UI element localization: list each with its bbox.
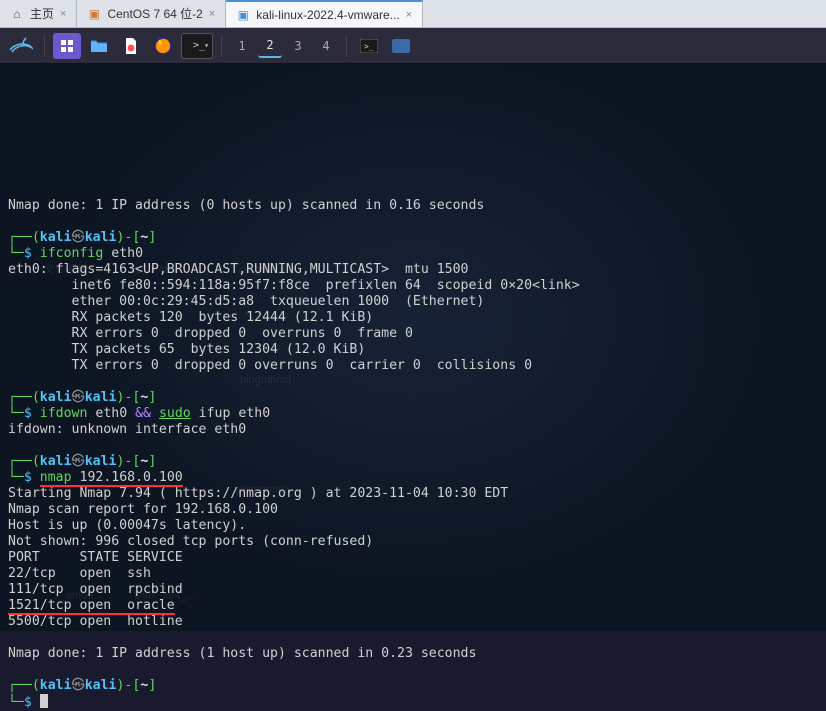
output-line: RX errors 0 dropped 0 overruns 0 frame 0: [8, 326, 413, 341]
separator: [221, 35, 222, 57]
output-line: Nmap done: 1 IP address (0 hosts up) sca…: [8, 198, 484, 213]
output-line: 111/tcp open rpcbind: [8, 582, 183, 597]
output-line: TX packets 65 bytes 12304 (12.0 KiB): [8, 342, 365, 357]
app-launcher-icon[interactable]: [53, 33, 81, 59]
tab-centos[interactable]: ▣ CentOS 7 64 位-2 ×: [77, 0, 226, 27]
tab-home[interactable]: ⌂ 主页 ×: [0, 0, 77, 27]
terminal-dropdown-icon[interactable]: >_: [181, 33, 213, 59]
separator: [44, 35, 45, 57]
prompt: ┌──(kali㉿kali)-[~]: [8, 678, 156, 693]
kali-panel: >_ 1 2 3 4 >_: [0, 28, 826, 64]
output-line: Nmap scan report for 192.168.0.100: [8, 502, 278, 517]
output-line: eth0: flags=4163<UP,BROADCAST,RUNNING,MU…: [8, 262, 469, 277]
close-icon[interactable]: ×: [406, 9, 412, 21]
close-icon[interactable]: ×: [60, 8, 66, 20]
output-line: RX packets 120 bytes 12444 (12.1 KiB): [8, 310, 373, 325]
output-line: ifdown: unknown interface eth0: [8, 422, 246, 437]
output-line: TX errors 0 dropped 0 overruns 0 carrier…: [8, 358, 532, 373]
tab-label: CentOS 7 64 位-2: [107, 5, 202, 22]
output-line: PORT STATE SERVICE: [8, 550, 183, 565]
kali-logo-icon[interactable]: [6, 31, 36, 61]
vm-icon: ▣: [236, 8, 250, 22]
output-line: Host is up (0.00047s latency).: [8, 518, 246, 533]
prompt: ┌──(kali㉿kali)-[~]: [8, 454, 156, 469]
prompt-idle: └─$: [8, 695, 48, 710]
separator: [346, 35, 347, 57]
output-line: Starting Nmap 7.94 ( https://nmap.org ) …: [8, 486, 508, 501]
svg-text:>_: >_: [364, 42, 374, 51]
folder-window-icon[interactable]: [387, 33, 415, 59]
bg-hint: pingtunnel: [240, 372, 291, 388]
output-line: Not shown: 996 closed tcp ports (conn-re…: [8, 534, 373, 549]
workspace-3[interactable]: 3: [286, 34, 310, 58]
close-icon[interactable]: ×: [209, 8, 215, 20]
text-editor-icon[interactable]: [117, 33, 145, 59]
prompt: ┌──(kali㉿kali)-[~]: [8, 390, 156, 405]
terminal-output[interactable]: 文件系统 frp_0.48.0... pingtunnel pingtunnel…: [0, 64, 826, 631]
file-manager-icon[interactable]: [85, 33, 113, 59]
vm-icon: ▣: [87, 7, 101, 21]
cursor: [40, 694, 48, 708]
output-line: ether 00:0c:29:45:d5:a8 txqueuelen 1000 …: [8, 294, 484, 309]
workspace-1[interactable]: 1: [230, 34, 254, 58]
workspace-2[interactable]: 2: [258, 34, 282, 58]
terminal-window-icon[interactable]: >_: [355, 33, 383, 59]
prompt-cmd: └─$ ifdown eth0 && sudo ifup eth0: [8, 406, 270, 421]
output-line: inet6 fe80::594:118a:95f7:f8ce prefixlen…: [8, 278, 580, 293]
output-line: Nmap done: 1 IP address (1 host up) scan…: [8, 646, 476, 661]
tab-kali[interactable]: ▣ kali-linux-2022.4-vmware... ×: [226, 0, 423, 27]
prompt-cmd: └─$ nmap 192.168.0.100: [8, 470, 183, 487]
prompt: ┌──(kali㉿kali)-[~]: [8, 230, 156, 245]
tab-label: kali-linux-2022.4-vmware...: [256, 8, 399, 22]
vm-tab-bar: ⌂ 主页 × ▣ CentOS 7 64 位-2 × ▣ kali-linux-…: [0, 0, 826, 28]
output-line: 22/tcp open ssh: [8, 566, 151, 581]
tab-label: 主页: [30, 5, 54, 22]
firefox-icon[interactable]: [149, 33, 177, 59]
home-icon: ⌂: [10, 7, 24, 21]
workspace-4[interactable]: 4: [314, 34, 338, 58]
prompt-cmd: └─$ ifconfig eth0: [8, 246, 143, 261]
output-line: 5500/tcp open hotline: [8, 614, 183, 629]
output-line-highlighted: 1521/tcp open oracle: [8, 598, 175, 615]
